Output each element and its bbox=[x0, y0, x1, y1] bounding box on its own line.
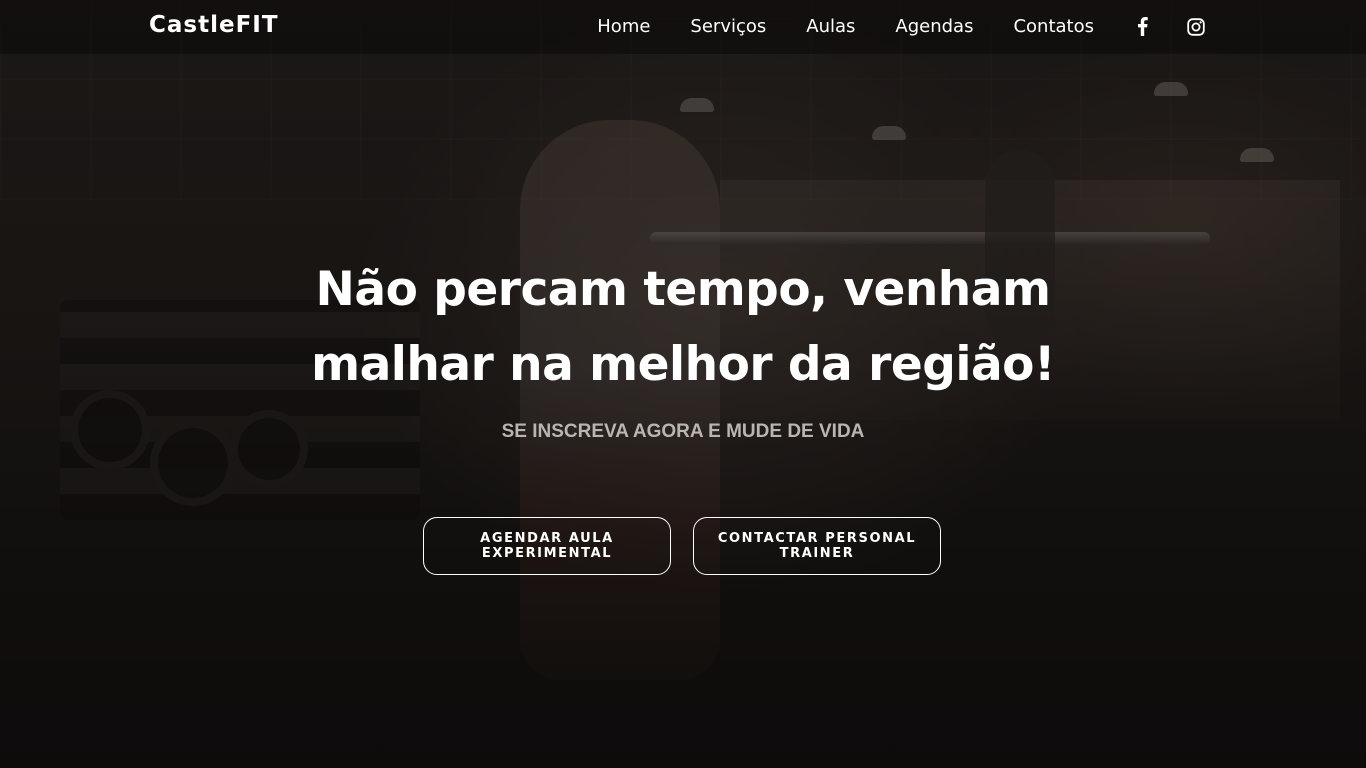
nav-link-agendas[interactable]: Agendas bbox=[895, 16, 973, 37]
facebook-icon[interactable] bbox=[1132, 17, 1152, 37]
contact-personal-trainer-button[interactable]: CONTACTAR PERSONAL TRAINER bbox=[693, 517, 941, 575]
button-label-line-1: CONTACTAR PERSONAL bbox=[717, 531, 917, 546]
hero-headline-line-2: malhar na melhor da região! bbox=[311, 337, 1055, 392]
hero-headline-line-1: Não percam tempo, venham bbox=[315, 262, 1051, 317]
hero-section: CastleFIT Home Serviços Aulas Agendas Co… bbox=[0, 0, 1366, 768]
instagram-icon[interactable] bbox=[1186, 17, 1206, 37]
nav-link-contatos[interactable]: Contatos bbox=[1013, 16, 1094, 37]
nav-links: Home Serviços Aulas Agendas Contatos bbox=[597, 16, 1206, 37]
hero-headline: Não percam tempo, venham malhar na melho… bbox=[283, 252, 1083, 402]
brand-logo[interactable]: CastleFIT bbox=[149, 12, 279, 38]
button-label-line-2: EXPERIMENTAL bbox=[481, 546, 613, 561]
hero-subheadline: SE INSCREVA AGORA E MUDE DE VIDA bbox=[501, 421, 865, 442]
nav-link-home[interactable]: Home bbox=[597, 16, 650, 37]
nav-link-servicos[interactable]: Serviços bbox=[690, 16, 766, 37]
button-label-line-2: TRAINER bbox=[779, 546, 855, 561]
button-label: CONTACTAR PERSONAL TRAINER bbox=[718, 531, 916, 561]
button-label: AGENDAR AULA EXPERIMENTAL bbox=[480, 531, 614, 561]
navbar: CastleFIT Home Serviços Aulas Agendas Co… bbox=[0, 0, 1366, 54]
schedule-trial-class-button[interactable]: AGENDAR AULA EXPERIMENTAL bbox=[423, 517, 671, 575]
button-label-line-1: AGENDAR AULA bbox=[480, 531, 614, 546]
nav-link-aulas[interactable]: Aulas bbox=[806, 16, 855, 37]
